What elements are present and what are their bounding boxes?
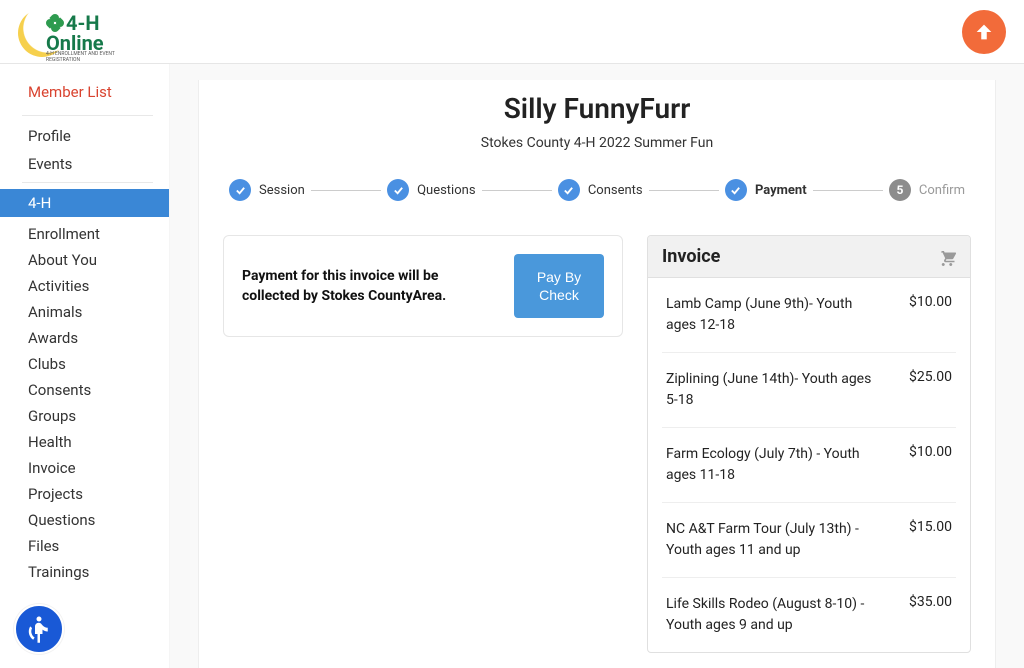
invoice-title: Invoice <box>662 246 720 267</box>
invoice-item-price: $10.00 <box>909 294 952 336</box>
sidebar-item-questions[interactable]: Questions <box>0 507 169 533</box>
step-label: Session <box>259 183 305 198</box>
step-number-icon: 5 <box>889 179 911 201</box>
invoice-item-label: NC A&T Farm Tour (July 13th) - Youth age… <box>666 519 885 561</box>
sidebar-item-awards[interactable]: Awards <box>0 325 169 351</box>
step-connector <box>482 190 552 191</box>
step-connector <box>813 190 883 191</box>
invoice-item-price: $10.00 <box>909 444 952 486</box>
invoice-item-label: Ziplining (June 14th)- Youth ages 5-18 <box>666 369 885 411</box>
clover-icon <box>46 14 64 32</box>
sidebar-item-groups[interactable]: Groups <box>0 403 169 429</box>
invoice-row: Life Skills Rodeo (August 8-10) - Youth … <box>662 578 956 652</box>
sidebar-item-projects[interactable]: Projects <box>0 481 169 507</box>
sidebar-item-trainings[interactable]: Trainings <box>0 559 169 585</box>
check-circle-icon <box>725 179 747 201</box>
sidebar-item-enrollment[interactable]: Enrollment <box>0 221 169 247</box>
sidebar-item-invoice[interactable]: Invoice <box>0 455 169 481</box>
main: Silly FunnyFurr Stokes County 4-H 2022 S… <box>170 64 1024 668</box>
page-title: Silly FunnyFurr <box>223 92 971 125</box>
invoice-row: Ziplining (June 14th)- Youth ages 5-18 $… <box>662 353 956 428</box>
pay-by-check-button[interactable]: Pay By Check <box>514 254 604 318</box>
check-circle-icon <box>229 179 251 201</box>
invoice-item-label: Life Skills Rodeo (August 8-10) - Youth … <box>666 594 885 636</box>
step-confirm: 5 Confirm <box>889 179 965 201</box>
step-connector <box>649 190 719 191</box>
invoice-item-label: Lamb Camp (June 9th)- Youth ages 12-18 <box>666 294 885 336</box>
payment-notice-card: Payment for this invoice will be collect… <box>223 235 623 337</box>
step-connector <box>311 190 381 191</box>
sidebar: Member List Profile Events 4-H Enrollmen… <box>0 64 170 668</box>
step-session[interactable]: Session <box>229 179 305 201</box>
sidebar-divider <box>22 182 153 183</box>
step-label: Confirm <box>919 183 965 198</box>
invoice-row: NC A&T Farm Tour (July 13th) - Youth age… <box>662 503 956 578</box>
step-label: Consents <box>588 183 643 198</box>
progress-stepper: Session Questions Consents <box>229 179 965 201</box>
sidebar-item-activities[interactable]: Activities <box>0 273 169 299</box>
sidebar-item-profile[interactable]: Profile <box>0 122 169 150</box>
invoice-item-label: Farm Ecology (July 7th) - Youth ages 11-… <box>666 444 885 486</box>
invoice-row: Farm Ecology (July 7th) - Youth ages 11-… <box>662 428 956 503</box>
accessibility-button[interactable] <box>14 604 64 654</box>
sidebar-item-events[interactable]: Events <box>0 150 169 178</box>
invoice-item-price: $35.00 <box>909 594 952 636</box>
page-subtitle: Stokes County 4-H 2022 Summer Fun <box>223 135 971 151</box>
arrow-up-icon <box>973 21 995 43</box>
sidebar-item-animals[interactable]: Animals <box>0 299 169 325</box>
invoice-header: Invoice <box>648 236 970 278</box>
check-circle-icon <box>558 179 580 201</box>
logo-text: 4-H Online <box>46 11 104 55</box>
step-questions[interactable]: Questions <box>387 179 475 201</box>
sidebar-item-member-list[interactable]: Member List <box>0 78 169 111</box>
sidebar-item-about-you[interactable]: About You <box>0 247 169 273</box>
invoice-row: Lamb Camp (June 9th)- Youth ages 12-18 $… <box>662 278 956 353</box>
cart-icon <box>938 248 956 266</box>
invoice-card: Invoice Lamb Camp (June 9th)- Youth ages… <box>647 235 971 653</box>
invoice-body: Lamb Camp (June 9th)- Youth ages 12-18 $… <box>648 278 970 652</box>
sidebar-item-files[interactable]: Files <box>0 533 169 559</box>
step-label: Questions <box>417 183 475 198</box>
logo-tagline: 4-H ENROLLMENT AND EVENT REGISTRATION <box>46 51 138 63</box>
step-consents[interactable]: Consents <box>558 179 643 201</box>
invoice-item-price: $15.00 <box>909 519 952 561</box>
step-label: Payment <box>755 183 807 198</box>
logo[interactable]: 4-H Online 4-H ENROLLMENT AND EVENT REGI… <box>18 7 138 57</box>
scroll-up-button[interactable] <box>962 10 1006 54</box>
payment-notice-text: Payment for this invoice will be collect… <box>242 266 498 307</box>
invoice-item-price: $25.00 <box>909 369 952 411</box>
step-payment[interactable]: Payment <box>725 179 807 201</box>
sidebar-item-4h[interactable]: 4-H <box>0 189 169 217</box>
header: 4-H Online 4-H ENROLLMENT AND EVENT REGI… <box>0 0 1024 64</box>
check-circle-icon <box>387 179 409 201</box>
sidebar-item-health[interactable]: Health <box>0 429 169 455</box>
accessibility-icon <box>24 614 54 644</box>
sidebar-item-clubs[interactable]: Clubs <box>0 351 169 377</box>
sidebar-divider <box>22 115 153 116</box>
sidebar-item-consents[interactable]: Consents <box>0 377 169 403</box>
